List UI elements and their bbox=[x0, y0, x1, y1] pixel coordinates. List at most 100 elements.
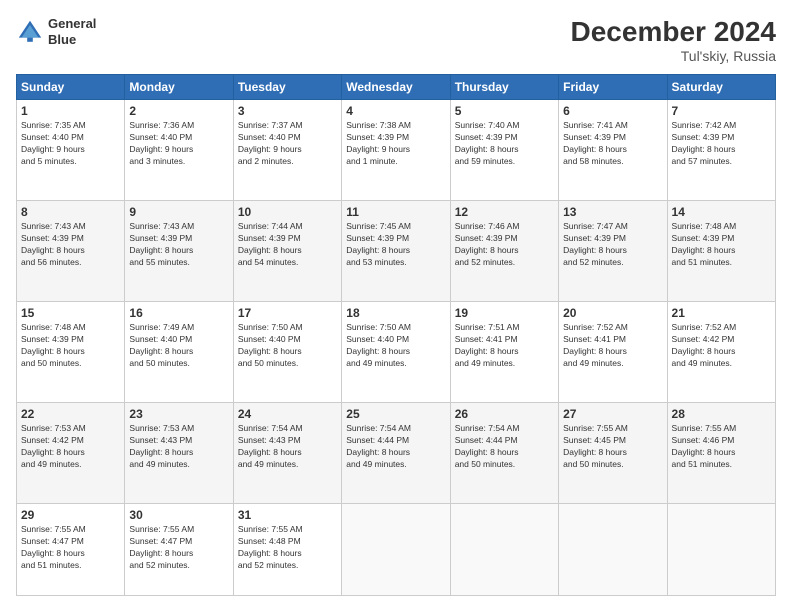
calendar-cell: 13Sunrise: 7:47 AM Sunset: 4:39 PM Dayli… bbox=[559, 201, 667, 302]
day-info: Sunrise: 7:54 AM Sunset: 4:43 PM Dayligh… bbox=[238, 423, 337, 471]
calendar-cell: 30 Sunrise: 7:55 AM Sunset: 4:47 PM Dayli… bbox=[125, 504, 233, 596]
calendar-cell: 25 Sunrise: 7:54 AM Sunset: 4:44 PM Dayli… bbox=[342, 403, 450, 504]
day-info: Sunrise: 7:44 AM Sunset: 4:39 PM Dayligh… bbox=[238, 221, 337, 269]
col-header-tuesday: Tuesday bbox=[233, 75, 341, 100]
day-info: Sunrise: 7:55 AM Sunset: 4:47 PM Dayligh… bbox=[129, 524, 228, 572]
calendar-week-4: 22 Sunrise: 7:53 AM Sunset: 4:42 PM Dayli… bbox=[17, 403, 776, 504]
calendar-cell: 7 Sunrise: 7:42 AM Sunset: 4:39 PM Daylig… bbox=[667, 100, 775, 201]
day-info: Sunrise: 7:55 AM Sunset: 4:45 PM Dayligh… bbox=[563, 423, 662, 471]
logo: General Blue bbox=[16, 16, 96, 47]
col-header-wednesday: Wednesday bbox=[342, 75, 450, 100]
calendar-week-2: 8 Sunrise: 7:43 AM Sunset: 4:39 PM Daylig… bbox=[17, 201, 776, 302]
main-title: December 2024 bbox=[571, 16, 776, 48]
day-info: Sunrise: 7:45 AM Sunset: 4:39 PM Dayligh… bbox=[346, 221, 445, 269]
header: General Blue December 2024 Tul'skiy, Rus… bbox=[16, 16, 776, 64]
day-number: 30 bbox=[129, 508, 228, 522]
day-info: Sunrise: 7:37 AM Sunset: 4:40 PM Dayligh… bbox=[238, 120, 337, 168]
calendar-cell: 1 Sunrise: 7:35 AM Sunset: 4:40 PM Daylig… bbox=[17, 100, 125, 201]
day-number: 8 bbox=[21, 205, 120, 219]
calendar-cell: 18Sunrise: 7:50 AM Sunset: 4:40 PM Dayli… bbox=[342, 302, 450, 403]
calendar-cell: 15 Sunrise: 7:48 AM Sunset: 4:39 PM Dayli… bbox=[17, 302, 125, 403]
calendar-cell: 22 Sunrise: 7:53 AM Sunset: 4:42 PM Dayli… bbox=[17, 403, 125, 504]
day-info: Sunrise: 7:41 AM Sunset: 4:39 PM Dayligh… bbox=[563, 120, 662, 168]
day-info: Sunrise: 7:43 AM Sunset: 4:39 PM Dayligh… bbox=[21, 221, 120, 269]
day-info: Sunrise: 7:55 AM Sunset: 4:46 PM Dayligh… bbox=[672, 423, 771, 471]
day-number: 5 bbox=[455, 104, 554, 118]
day-number: 23 bbox=[129, 407, 228, 421]
col-header-friday: Friday bbox=[559, 75, 667, 100]
calendar-cell: 31Sunrise: 7:55 AM Sunset: 4:48 PM Dayli… bbox=[233, 504, 341, 596]
day-number: 3 bbox=[238, 104, 337, 118]
day-info: Sunrise: 7:54 AM Sunset: 4:44 PM Dayligh… bbox=[455, 423, 554, 471]
day-number: 20 bbox=[563, 306, 662, 320]
calendar-cell: 9 Sunrise: 7:43 AM Sunset: 4:39 PM Daylig… bbox=[125, 201, 233, 302]
day-number: 9 bbox=[129, 205, 228, 219]
day-number: 21 bbox=[672, 306, 771, 320]
day-info: Sunrise: 7:50 AM Sunset: 4:40 PM Dayligh… bbox=[346, 322, 445, 370]
day-number: 16 bbox=[129, 306, 228, 320]
col-header-monday: Monday bbox=[125, 75, 233, 100]
calendar-cell: 27Sunrise: 7:55 AM Sunset: 4:45 PM Dayli… bbox=[559, 403, 667, 504]
calendar-week-5: 29 Sunrise: 7:55 AM Sunset: 4:47 PM Dayli… bbox=[17, 504, 776, 596]
day-number: 4 bbox=[346, 104, 445, 118]
col-header-sunday: Sunday bbox=[17, 75, 125, 100]
day-number: 2 bbox=[129, 104, 228, 118]
day-number: 17 bbox=[238, 306, 337, 320]
calendar-cell: 17 Sunrise: 7:50 AM Sunset: 4:40 PM Dayli… bbox=[233, 302, 341, 403]
day-info: Sunrise: 7:42 AM Sunset: 4:39 PM Dayligh… bbox=[672, 120, 771, 168]
calendar-week-1: 1 Sunrise: 7:35 AM Sunset: 4:40 PM Daylig… bbox=[17, 100, 776, 201]
day-number: 24 bbox=[238, 407, 337, 421]
day-info: Sunrise: 7:52 AM Sunset: 4:41 PM Dayligh… bbox=[563, 322, 662, 370]
calendar-cell bbox=[667, 504, 775, 596]
calendar-cell: 3 Sunrise: 7:37 AM Sunset: 4:40 PM Daylig… bbox=[233, 100, 341, 201]
day-info: Sunrise: 7:55 AM Sunset: 4:48 PM Dayligh… bbox=[238, 524, 337, 572]
calendar-cell: 10 Sunrise: 7:44 AM Sunset: 4:39 PM Dayli… bbox=[233, 201, 341, 302]
day-info: Sunrise: 7:48 AM Sunset: 4:39 PM Dayligh… bbox=[21, 322, 120, 370]
day-info: Sunrise: 7:51 AM Sunset: 4:41 PM Dayligh… bbox=[455, 322, 554, 370]
calendar-cell: 29Sunrise: 7:55 AM Sunset: 4:47 PM Dayli… bbox=[17, 504, 125, 596]
calendar-cell: 19 Sunrise: 7:51 AM Sunset: 4:41 PM Dayli… bbox=[450, 302, 558, 403]
calendar-cell: 11 Sunrise: 7:45 AM Sunset: 4:39 PM Dayli… bbox=[342, 201, 450, 302]
calendar-cell: 21 Sunrise: 7:52 AM Sunset: 4:42 PM Dayli… bbox=[667, 302, 775, 403]
col-header-saturday: Saturday bbox=[667, 75, 775, 100]
day-info: Sunrise: 7:52 AM Sunset: 4:42 PM Dayligh… bbox=[672, 322, 771, 370]
day-info: Sunrise: 7:54 AM Sunset: 4:44 PM Dayligh… bbox=[346, 423, 445, 471]
calendar-week-3: 15 Sunrise: 7:48 AM Sunset: 4:39 PM Dayli… bbox=[17, 302, 776, 403]
day-info: Sunrise: 7:53 AM Sunset: 4:42 PM Dayligh… bbox=[21, 423, 120, 471]
logo-icon bbox=[16, 18, 44, 46]
day-number: 26 bbox=[455, 407, 554, 421]
day-number: 22 bbox=[21, 407, 120, 421]
calendar-cell: 28Sunrise: 7:55 AM Sunset: 4:46 PM Dayli… bbox=[667, 403, 775, 504]
day-info: Sunrise: 7:38 AM Sunset: 4:39 PM Dayligh… bbox=[346, 120, 445, 168]
day-info: Sunrise: 7:50 AM Sunset: 4:40 PM Dayligh… bbox=[238, 322, 337, 370]
day-number: 14 bbox=[672, 205, 771, 219]
day-info: Sunrise: 7:43 AM Sunset: 4:39 PM Dayligh… bbox=[129, 221, 228, 269]
calendar-cell: 20 Sunrise: 7:52 AM Sunset: 4:41 PM Dayli… bbox=[559, 302, 667, 403]
day-number: 11 bbox=[346, 205, 445, 219]
day-info: Sunrise: 7:46 AM Sunset: 4:39 PM Dayligh… bbox=[455, 221, 554, 269]
day-info: Sunrise: 7:35 AM Sunset: 4:40 PM Dayligh… bbox=[21, 120, 120, 168]
day-number: 15 bbox=[21, 306, 120, 320]
day-number: 19 bbox=[455, 306, 554, 320]
logo-text: General Blue bbox=[48, 16, 96, 47]
calendar-cell: 8 Sunrise: 7:43 AM Sunset: 4:39 PM Daylig… bbox=[17, 201, 125, 302]
day-number: 1 bbox=[21, 104, 120, 118]
calendar-cell bbox=[450, 504, 558, 596]
day-number: 12 bbox=[455, 205, 554, 219]
day-info: Sunrise: 7:36 AM Sunset: 4:40 PM Dayligh… bbox=[129, 120, 228, 168]
calendar-cell bbox=[559, 504, 667, 596]
day-number: 25 bbox=[346, 407, 445, 421]
calendar-cell: 14Sunrise: 7:48 AM Sunset: 4:39 PM Dayli… bbox=[667, 201, 775, 302]
calendar-cell: 12 Sunrise: 7:46 AM Sunset: 4:39 PM Dayli… bbox=[450, 201, 558, 302]
day-number: 7 bbox=[672, 104, 771, 118]
day-number: 6 bbox=[563, 104, 662, 118]
day-number: 29 bbox=[21, 508, 120, 522]
calendar-cell: 5Sunrise: 7:40 AM Sunset: 4:39 PM Daylig… bbox=[450, 100, 558, 201]
col-header-thursday: Thursday bbox=[450, 75, 558, 100]
title-block: December 2024 Tul'skiy, Russia bbox=[571, 16, 776, 64]
day-info: Sunrise: 7:49 AM Sunset: 4:40 PM Dayligh… bbox=[129, 322, 228, 370]
page: General Blue December 2024 Tul'skiy, Rus… bbox=[0, 0, 792, 612]
calendar-cell: 6 Sunrise: 7:41 AM Sunset: 4:39 PM Daylig… bbox=[559, 100, 667, 201]
calendar-cell: 4 Sunrise: 7:38 AM Sunset: 4:39 PM Daylig… bbox=[342, 100, 450, 201]
day-number: 10 bbox=[238, 205, 337, 219]
